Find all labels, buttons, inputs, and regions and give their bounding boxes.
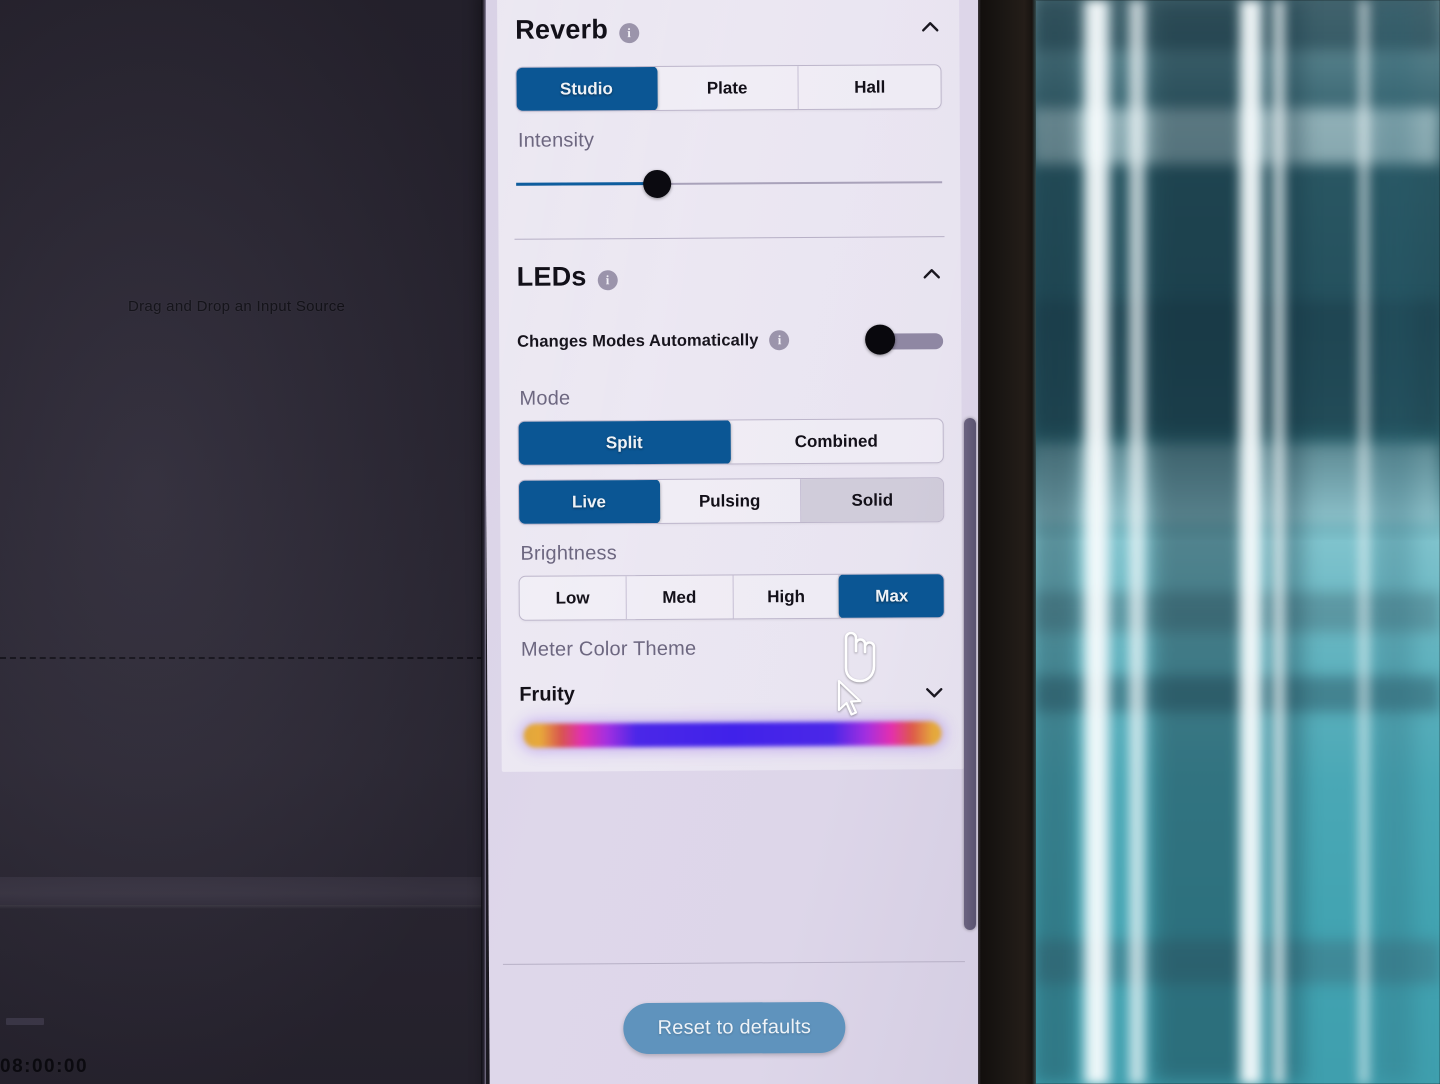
brightness-label: Brightness <box>520 542 617 565</box>
chevron-up-icon[interactable] <box>919 16 941 38</box>
meter-color-gradient-preview <box>523 721 942 748</box>
mode-label: Mode <box>519 387 571 410</box>
reverb-header[interactable]: Reverb i <box>515 0 941 67</box>
reverb-option-plate[interactable]: Plate <box>656 66 800 110</box>
led-style-option-live[interactable]: Live <box>517 478 660 525</box>
chevron-down-icon[interactable] <box>923 681 945 703</box>
timecode-display: 08:00:00 <box>0 1056 89 1077</box>
led-mode-option-combined[interactable]: Combined <box>730 419 943 463</box>
brightness-option-med[interactable]: Med <box>626 575 734 620</box>
led-style-segmented[interactable]: Live Pulsing Solid <box>517 477 945 525</box>
toggle-knob[interactable] <box>865 324 896 355</box>
reverb-title: Reverb <box>515 13 609 45</box>
led-mode-segmented[interactable]: Split Combined <box>517 418 944 466</box>
led-style-option-pulsing[interactable]: Pulsing <box>658 479 802 523</box>
settings-card: Reverb i Studio Plate Hall Intensity LED… <box>496 0 964 772</box>
drag-drop-hint: Drag and Drop an Input Source <box>128 298 346 315</box>
info-icon[interactable]: i <box>597 270 618 291</box>
timeline-dashed-divider <box>0 657 483 659</box>
info-icon[interactable]: i <box>618 23 640 44</box>
panel-footer: Reset to defaults <box>502 961 966 1084</box>
chevron-up-icon[interactable] <box>921 263 943 285</box>
brightness-option-max[interactable]: Max <box>838 573 945 619</box>
panel-left-edge <box>481 0 486 1084</box>
section-reverb: Reverb i Studio Plate Hall Intensity <box>497 0 960 239</box>
background-window-photo <box>1034 0 1440 1084</box>
section-leds: LEDs i Changes Modes Automatically i Mod… <box>499 237 964 772</box>
reverb-option-hall[interactable]: Hall <box>799 65 941 109</box>
reverb-option-studio[interactable]: Studio <box>515 65 658 112</box>
auto-mode-label: Changes Modes Automatically <box>517 330 759 351</box>
settings-panel: Reverb i Studio Plate Hall Intensity LED… <box>483 0 987 1084</box>
slider-fill <box>516 181 657 186</box>
meter-color-theme-label: Meter Color Theme <box>520 637 697 661</box>
led-mode-option-split[interactable]: Split <box>517 419 731 466</box>
auto-mode-toggle[interactable] <box>865 324 944 355</box>
auto-mode-row: Changes Modes Automatically i <box>517 311 944 370</box>
intensity-label: Intensity <box>517 129 595 152</box>
host-app-canvas: Drag and Drop an Input Source 08:00:00 <box>0 0 500 1084</box>
brightness-option-low[interactable]: Low <box>519 576 627 620</box>
intensity-slider[interactable] <box>516 164 943 203</box>
timeline-track-band <box>0 877 483 909</box>
panel-scrollbar-thumb[interactable] <box>964 418 976 930</box>
leds-title: LEDs <box>516 260 587 292</box>
brightness-option-high[interactable]: High <box>733 574 841 619</box>
timeline-clip-chip <box>6 1018 44 1025</box>
led-style-option-solid[interactable]: Solid <box>801 478 944 523</box>
monitor-bezel <box>978 0 1036 1084</box>
brightness-segmented[interactable]: Low Med High Max <box>518 573 945 621</box>
reset-to-defaults-button[interactable]: Reset to defaults <box>623 1001 846 1054</box>
meter-color-theme-value: Fruity <box>519 682 575 706</box>
slider-thumb[interactable] <box>642 169 671 199</box>
info-icon[interactable]: i <box>769 330 790 351</box>
leds-header[interactable]: LEDs i <box>517 237 943 314</box>
reverb-preset-segmented[interactable]: Studio Plate Hall <box>515 64 942 112</box>
screen-photo: Drag and Drop an Input Source 08:00:00 R… <box>0 0 1440 1084</box>
meter-color-theme-dropdown[interactable]: Fruity <box>519 669 945 718</box>
